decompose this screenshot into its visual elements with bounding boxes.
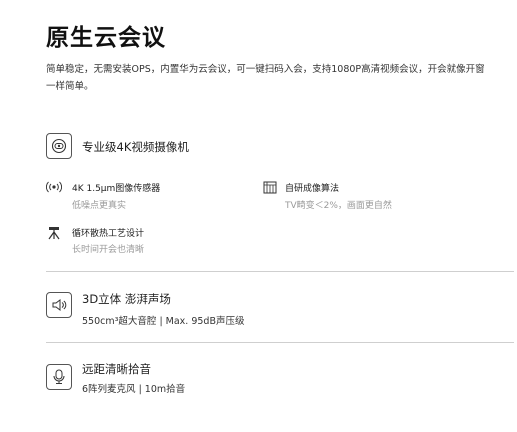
page-title: 原生云会议 [46, 25, 166, 51]
spec-cooling-desc: 长时间开会也清晰 [72, 245, 145, 255]
camera-feature-title: 专业级4K视频摄像机 [82, 140, 189, 154]
camera-lens-icon [46, 133, 72, 159]
section-divider [46, 342, 514, 343]
spec-algorithm-desc: TV畸变＜2%，画面更自然 [285, 201, 392, 211]
speaker-icon [46, 292, 72, 318]
audio-feature-subtitle: 550cm³超大音腔 | Max. 95dB声压级 [82, 316, 245, 327]
spec-sensor-name: 4K 1.5μm图像传感器 [72, 184, 161, 194]
audio-feature-title: 3D立体 澎湃声场 [82, 292, 171, 306]
tripod-icon [46, 226, 62, 240]
spec-algorithm-name: 自研成像算法 [285, 184, 340, 194]
spec-cooling-name: 循环散热工艺设计 [72, 229, 145, 239]
image-algorithm-icon [262, 180, 278, 194]
microphone-icon [46, 364, 72, 390]
spec-sensor-desc: 低噪点更真实 [72, 201, 127, 211]
section-divider [46, 271, 514, 272]
mic-feature-subtitle: 6阵列麦克风 | 10m拾音 [82, 384, 186, 395]
mic-feature-title: 远距清晰拾音 [82, 362, 151, 376]
sensor-signal-icon [46, 180, 62, 194]
intro-text: 简单稳定，无需安装OPS，内置华为云会议，可一键扫码入会，支持1080P高清视频… [46, 64, 485, 92]
